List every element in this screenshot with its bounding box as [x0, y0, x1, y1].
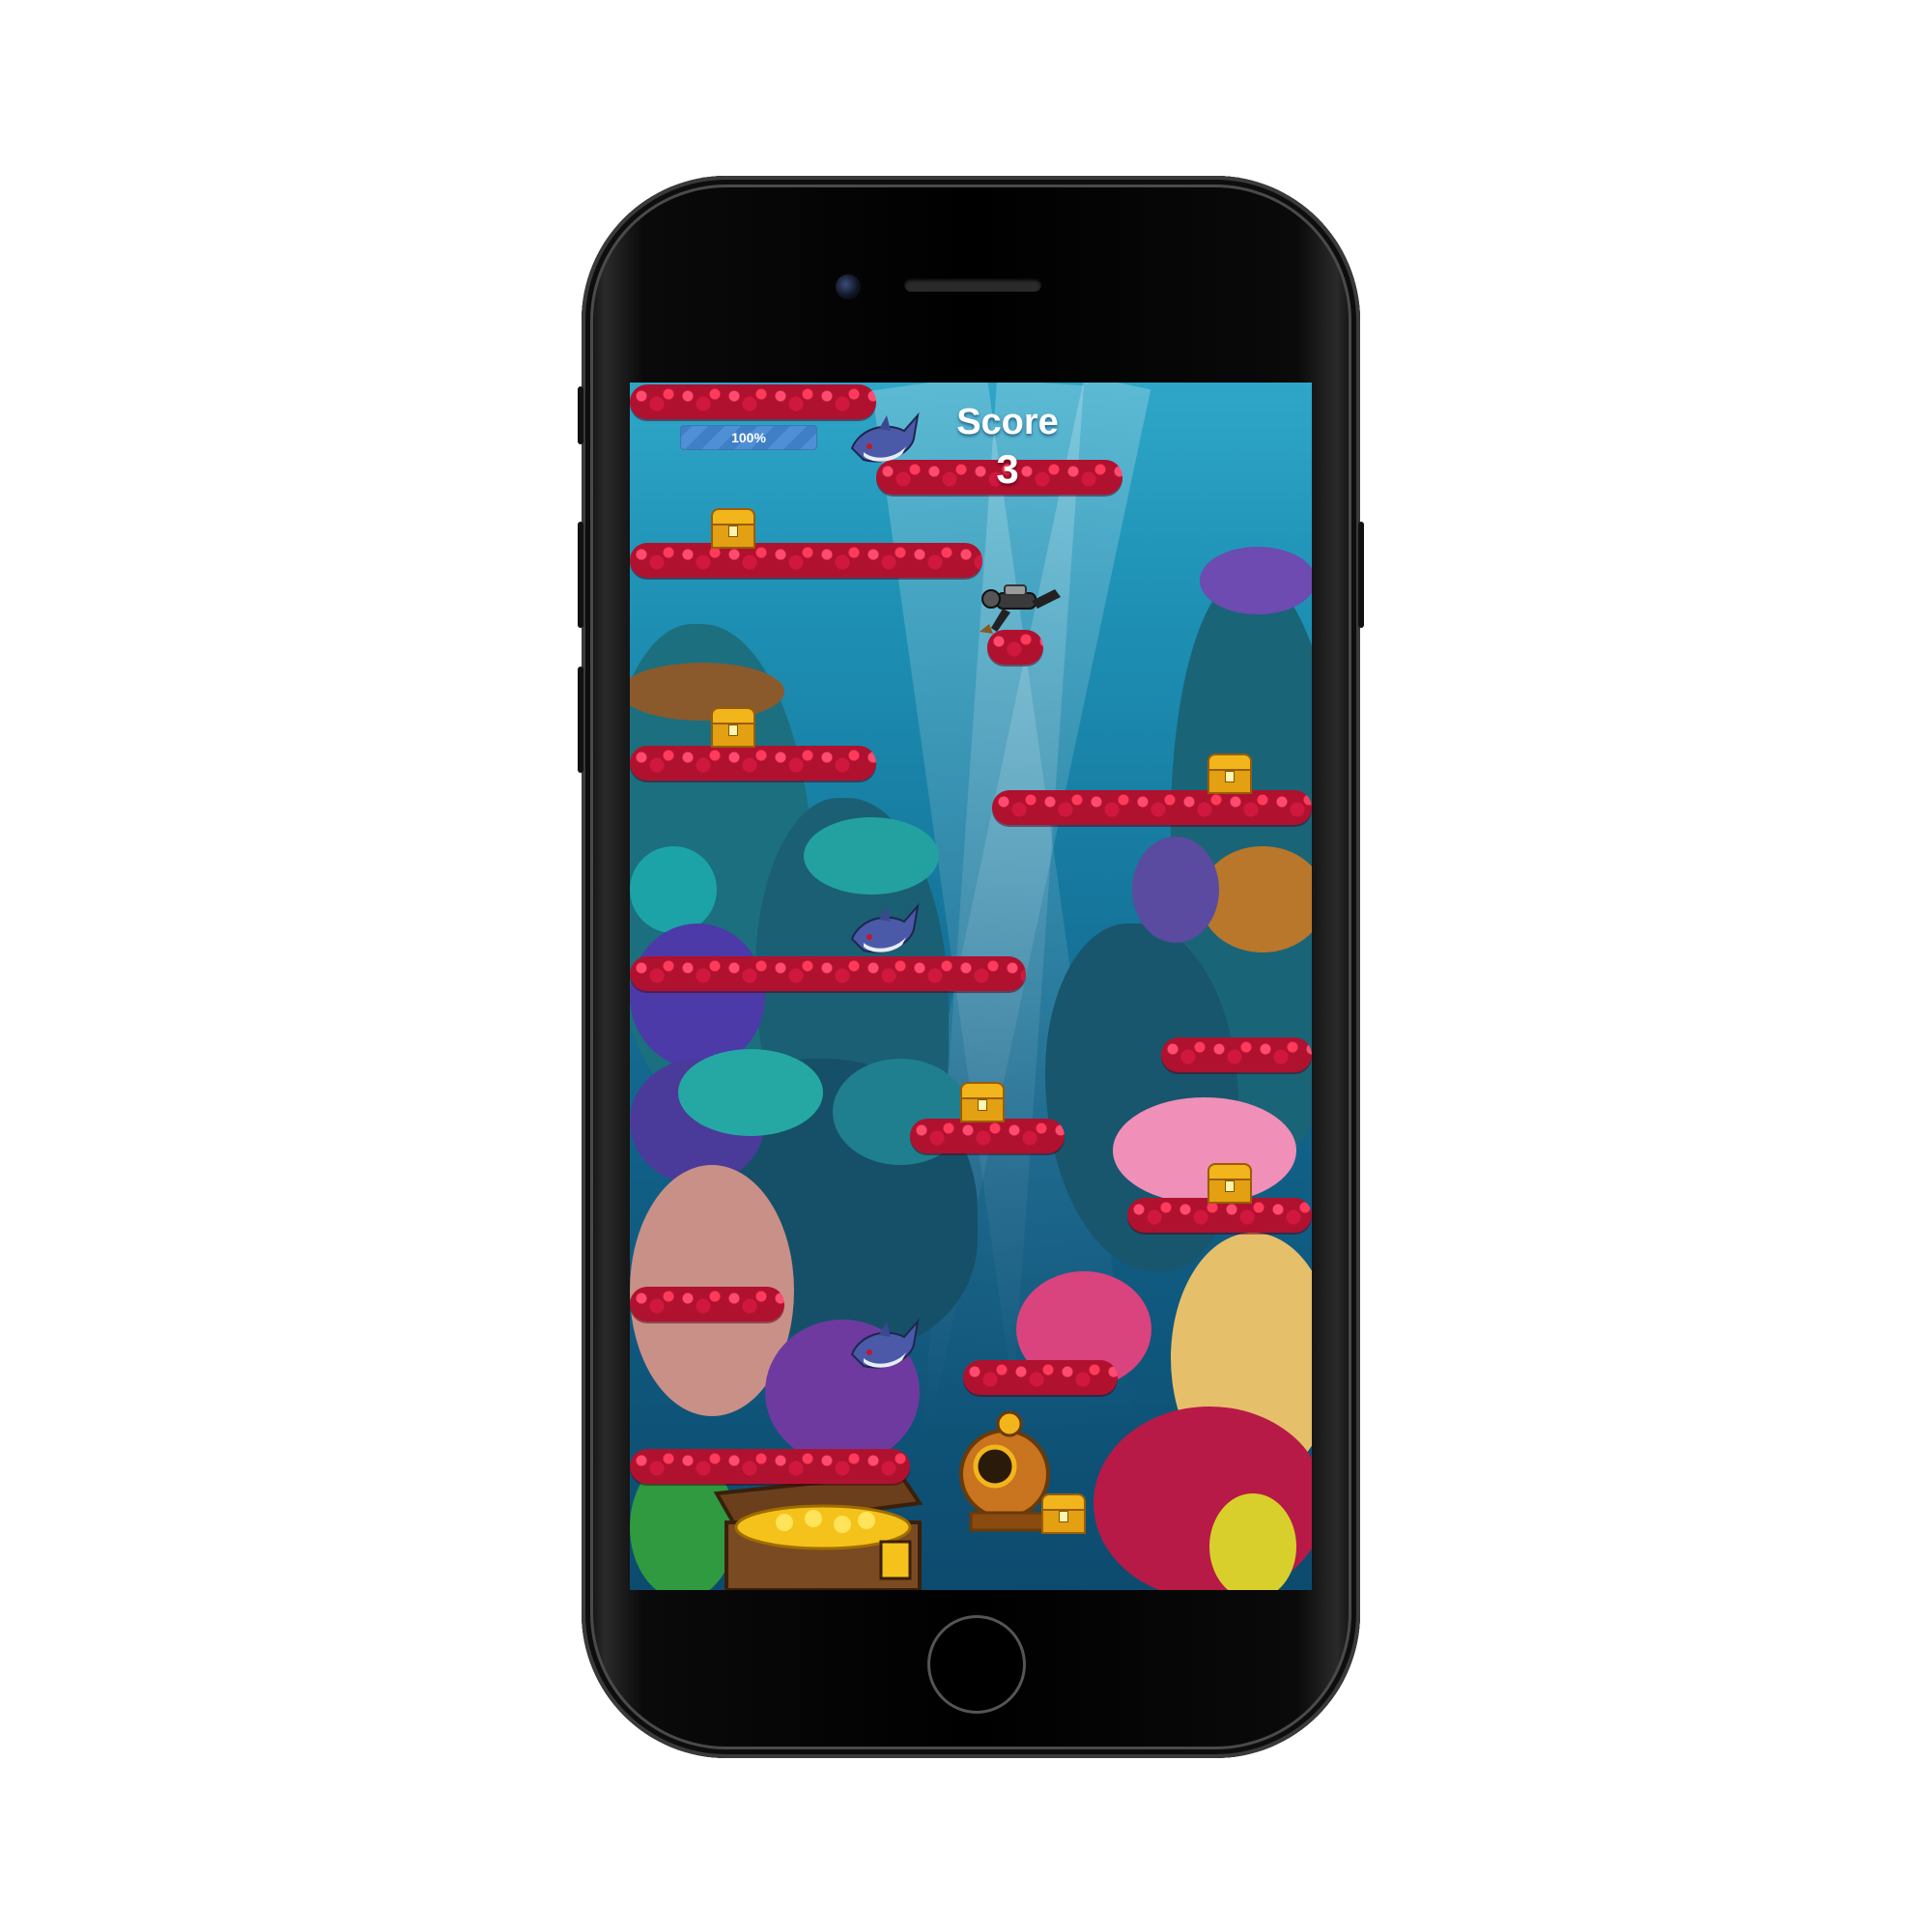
coral-platform — [630, 956, 1026, 991]
mute-switch[interactable] — [578, 386, 583, 444]
game-screen[interactable]: 100% Score 3 — [630, 383, 1312, 1590]
shark-enemy-icon — [846, 900, 920, 960]
coral-platform — [910, 1119, 1065, 1153]
coral-decor — [1113, 1097, 1296, 1204]
coral-decor — [630, 923, 765, 1068]
coral-platform — [630, 384, 876, 419]
coral-platform — [1161, 1037, 1312, 1072]
coral-decor — [630, 846, 717, 933]
coral-platform — [630, 543, 982, 578]
treasure-chest-icon — [711, 508, 755, 549]
front-camera-icon — [836, 274, 861, 299]
power-button[interactable] — [1358, 522, 1364, 628]
coral-decor — [1132, 837, 1219, 943]
treasure-chest-icon — [711, 707, 755, 748]
coral-platform — [630, 1449, 910, 1484]
diver-player-icon — [978, 580, 1065, 636]
coral-decor — [804, 817, 939, 895]
home-button[interactable] — [927, 1615, 1026, 1714]
shark-enemy-icon — [846, 410, 920, 469]
treasure-chest-icon — [960, 1082, 1005, 1122]
coral-platform — [630, 746, 876, 781]
volume-down-button[interactable] — [578, 667, 583, 773]
treasure-chest-icon — [1208, 753, 1252, 794]
health-label: 100% — [731, 430, 766, 445]
score-value: 3 — [996, 446, 1019, 492]
volume-up-button[interactable] — [578, 522, 583, 628]
treasure-chest-icon — [1041, 1493, 1086, 1534]
shark-enemy-icon — [846, 1316, 920, 1376]
coral-platform — [963, 1360, 1118, 1395]
coral-decor — [1209, 1493, 1296, 1590]
coral-decor — [1200, 547, 1312, 614]
treasure-chest-icon — [1208, 1163, 1252, 1204]
coral-platform — [630, 1287, 784, 1321]
coral-decor — [678, 1049, 823, 1136]
health-bar: 100% — [680, 425, 817, 450]
coral-platform — [992, 790, 1312, 825]
earpiece-speaker — [904, 278, 1041, 292]
score-title: Score — [956, 402, 1059, 442]
